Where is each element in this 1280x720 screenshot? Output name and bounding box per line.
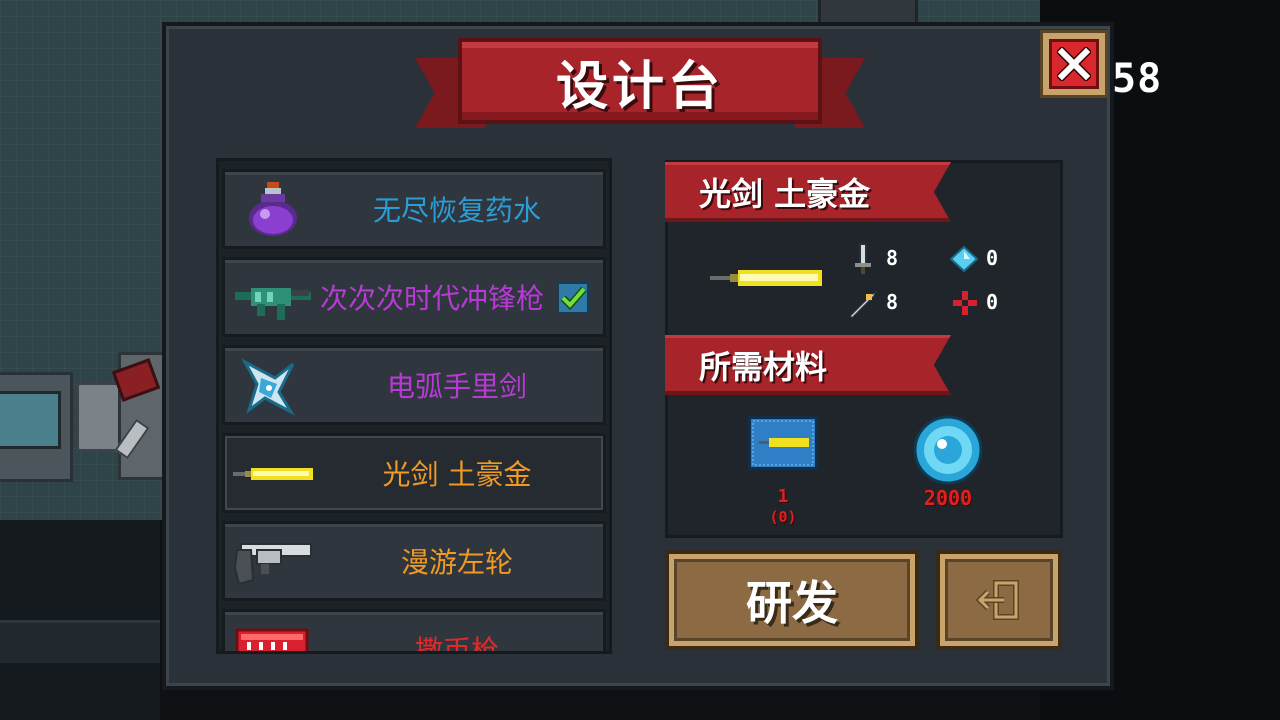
weapon-list[interactable]: 无尽恢复药水 次次次时代冲锋枪 电弧手里剑 光剑 土豪金 漫游左轮 撒币枪	[216, 158, 612, 654]
damage-icon	[855, 243, 871, 274]
smg-icon	[235, 288, 311, 320]
weapon-item-potion[interactable]: 无尽恢复药水	[222, 169, 606, 249]
lightsaber-icon	[710, 270, 822, 286]
lightsaber-icon	[233, 468, 313, 480]
gem-cost: 2000	[923, 486, 973, 510]
shuriken-icon	[241, 358, 296, 416]
hud-score: 58	[1112, 56, 1163, 102]
materials-title: 所需材料	[699, 347, 828, 386]
exit-icon	[976, 580, 1019, 620]
weapon-name: 电弧手里剑	[386, 370, 527, 403]
weapon-item-lightsaber[interactable]: 光剑 土豪金	[222, 433, 606, 513]
blueprint-owned: (0)	[769, 508, 797, 526]
weapon-name: 漫游左轮	[400, 546, 513, 579]
weapon-item-coin-gun[interactable]: 撒币枪	[222, 609, 606, 654]
crit-value: 0	[986, 290, 999, 314]
blueprint-count: 1	[777, 486, 789, 507]
exit-button[interactable]	[936, 550, 1062, 650]
crit-icon	[953, 291, 977, 315]
weapon-name: 光剑 土豪金	[382, 458, 532, 491]
damage-value: 8	[886, 246, 899, 270]
checkmark-icon	[560, 286, 587, 311]
panel-title: 设计台	[555, 56, 724, 117]
close-icon	[1057, 47, 1091, 81]
precision-icon	[848, 290, 878, 318]
research-button[interactable]: 研发	[665, 550, 919, 650]
owned-check	[557, 282, 589, 314]
detail-weapon-name-tag: 光剑 土豪金	[665, 162, 951, 222]
blueprint-icon	[748, 416, 818, 470]
weapon-item-smg[interactable]: 次次次时代冲锋枪	[222, 257, 606, 337]
precision-value: 8	[886, 290, 899, 314]
potion-icon	[249, 182, 297, 236]
materials-tag: 所需材料	[665, 335, 951, 395]
close-button[interactable]	[1040, 30, 1108, 98]
research-button-label: 研发	[746, 576, 838, 630]
weapon-name: 次次次时代冲锋枪	[319, 282, 544, 315]
gem-icon	[913, 415, 983, 485]
energy-icon	[950, 246, 978, 272]
energy-value: 0	[986, 246, 999, 270]
weapon-name: 无尽恢复药水	[372, 194, 541, 227]
room-wall-trim	[0, 620, 160, 663]
weapon-item-shuriken[interactable]: 电弧手里剑	[222, 345, 606, 425]
weapon-name: 撒币枪	[414, 634, 499, 654]
coin-gun-icon	[235, 628, 309, 651]
weapon-item-revolver[interactable]: 漫游左轮	[222, 521, 606, 601]
title-ribbon: 设计台	[458, 38, 822, 124]
detail-weapon-name: 光剑 土豪金	[699, 174, 871, 213]
revolver-icon	[233, 543, 312, 586]
room-terminal	[0, 372, 73, 482]
